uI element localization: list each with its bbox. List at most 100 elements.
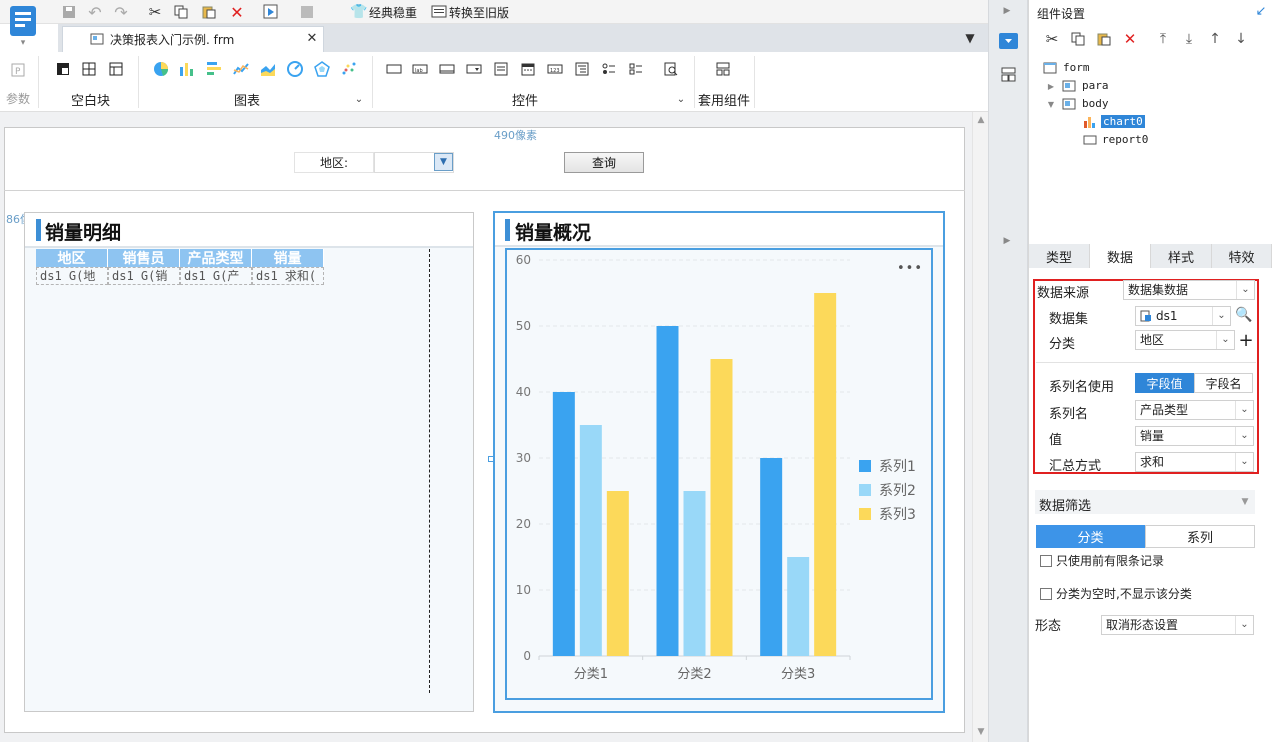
hide-empty-category-checkbox[interactable] bbox=[1040, 588, 1052, 600]
number-control-icon[interactable]: 123 bbox=[546, 60, 564, 78]
tab-data[interactable]: 数据 bbox=[1090, 244, 1151, 268]
detail-cell-region[interactable]: ds1 G(地 bbox=[36, 267, 108, 285]
classic-theme-label[interactable]: 经典稳重 bbox=[369, 4, 417, 21]
switch-version-icon[interactable] bbox=[430, 3, 448, 21]
chevron-down-icon[interactable]: ⌄ bbox=[1212, 307, 1230, 325]
search-control-icon[interactable] bbox=[662, 60, 680, 78]
paste-icon[interactable] bbox=[200, 3, 218, 21]
query-button[interactable]: 查询 bbox=[564, 152, 644, 173]
tree-expand-icon[interactable]: ▶ bbox=[1046, 80, 1056, 92]
filter-tab-series[interactable]: 系列 bbox=[1145, 525, 1255, 548]
tab-menu-icon[interactable]: ▼ bbox=[962, 30, 978, 46]
radio-group-icon[interactable] bbox=[600, 60, 618, 78]
report-widget[interactable] bbox=[24, 212, 474, 712]
button-control-icon[interactable] bbox=[438, 60, 456, 78]
panel-delete-icon[interactable]: ✕ bbox=[1121, 30, 1139, 48]
only-first-records-checkbox[interactable] bbox=[1040, 555, 1052, 567]
parameter-pane[interactable] bbox=[4, 127, 965, 191]
switch-old-version-label[interactable]: 转换至旧版 bbox=[449, 4, 509, 21]
tab-effect[interactable]: 特效 bbox=[1212, 244, 1272, 268]
copy-icon[interactable] bbox=[172, 3, 190, 21]
area-chart-icon[interactable] bbox=[259, 60, 277, 78]
pie-chart-icon[interactable] bbox=[152, 60, 170, 78]
tree-collapse-icon[interactable]: ▼ bbox=[1046, 98, 1056, 110]
scroll-down-icon[interactable]: ▼ bbox=[974, 726, 988, 738]
label-control-icon[interactable] bbox=[385, 60, 403, 78]
component-settings-icon[interactable] bbox=[999, 33, 1018, 49]
panel-pin-icon[interactable]: ↙ bbox=[1254, 4, 1268, 19]
move-top-icon[interactable]: ⤒ bbox=[1154, 30, 1172, 48]
shape-select[interactable]: 取消形态设置 ⌄ bbox=[1101, 615, 1254, 635]
chart-group-expand-icon[interactable]: ⌄ bbox=[352, 92, 366, 106]
detail-header-sales[interactable]: 销量 bbox=[252, 249, 324, 267]
scatter-chart-icon[interactable] bbox=[340, 60, 358, 78]
tree-node-form[interactable]: form bbox=[1063, 61, 1090, 74]
move-up-icon[interactable]: ↑ bbox=[1206, 30, 1224, 48]
bar-chart-icon[interactable] bbox=[205, 60, 223, 78]
detail-cell-sales[interactable]: ds1 求和( bbox=[252, 267, 324, 285]
date-control-icon[interactable] bbox=[519, 60, 537, 78]
tree-node-body[interactable]: body bbox=[1082, 97, 1109, 110]
series-name-select[interactable]: 产品类型 ⌄ bbox=[1135, 400, 1254, 420]
move-bottom-icon[interactable]: ⤓ bbox=[1180, 30, 1198, 48]
chevron-down-icon[interactable]: ⌄ bbox=[1235, 453, 1253, 471]
list-control-icon[interactable] bbox=[492, 60, 510, 78]
panel-copy-icon[interactable] bbox=[1069, 30, 1087, 48]
data-source-select[interactable]: 数据集数据 ⌄ bbox=[1123, 280, 1255, 300]
tab-close-icon[interactable]: ✕ bbox=[304, 30, 320, 46]
layout-panel-icon[interactable] bbox=[999, 65, 1018, 84]
scroll-up-icon[interactable]: ▲ bbox=[974, 114, 988, 126]
detail-header-product-type[interactable]: 产品类型 bbox=[180, 249, 252, 267]
chevron-down-icon[interactable]: ⌄ bbox=[1235, 427, 1253, 445]
column-chart-icon[interactable] bbox=[178, 60, 196, 78]
panel-cut-icon[interactable]: ✂ bbox=[1043, 30, 1061, 48]
filter-tab-category[interactable]: 分类 bbox=[1036, 525, 1145, 548]
tree-node-report0[interactable]: report0 bbox=[1102, 133, 1148, 146]
detail-cell-salesperson[interactable]: ds1 G(销 bbox=[108, 267, 180, 285]
tree-node-para[interactable]: para bbox=[1082, 79, 1109, 92]
filter-collapse-icon[interactable]: ▼ bbox=[1238, 495, 1252, 509]
chevron-down-icon[interactable]: ⌄ bbox=[1235, 401, 1253, 419]
tab-type[interactable]: 类型 bbox=[1029, 244, 1090, 268]
chevron-down-icon[interactable]: ⌄ bbox=[1216, 331, 1234, 349]
text-control-icon[interactable]: lab bbox=[411, 60, 429, 78]
field-value-toggle[interactable]: 字段值 bbox=[1135, 373, 1194, 393]
cut-icon[interactable]: ✂ bbox=[146, 3, 164, 21]
detail-header-region[interactable]: 地区 bbox=[36, 249, 108, 267]
app-logo-icon[interactable] bbox=[10, 6, 36, 36]
delete-icon[interactable]: ✕ bbox=[228, 3, 246, 22]
gauge-chart-icon[interactable] bbox=[286, 60, 304, 78]
canvas-scrollbar[interactable]: ▲ ▼ bbox=[972, 112, 988, 742]
aggregation-select[interactable]: 求和 ⌄ bbox=[1135, 452, 1254, 472]
dataset-search-icon[interactable]: 🔍 bbox=[1234, 305, 1254, 325]
value-select[interactable]: 销量 ⌄ bbox=[1135, 426, 1254, 446]
tree-control-icon[interactable] bbox=[573, 60, 591, 78]
line-chart-icon[interactable] bbox=[232, 60, 250, 78]
theme-icon[interactable]: 👕 bbox=[350, 3, 368, 21]
expand-arrow-icon[interactable]: ▶ bbox=[1000, 234, 1014, 248]
undo-icon[interactable]: ↶ bbox=[86, 3, 104, 22]
detail-cell-product-type[interactable]: ds1 G(产 bbox=[180, 267, 252, 285]
blank-block-tab-icon[interactable] bbox=[107, 60, 125, 78]
chevron-down-icon[interactable]: ⌄ bbox=[1236, 281, 1254, 299]
field-name-toggle[interactable]: 字段名 bbox=[1194, 373, 1253, 393]
tab-style[interactable]: 样式 bbox=[1151, 244, 1212, 268]
checkbox-group-icon[interactable] bbox=[627, 60, 645, 78]
logo-dropdown-icon[interactable]: ▾ bbox=[14, 38, 32, 48]
control-group-expand-icon[interactable]: ⌄ bbox=[674, 92, 688, 106]
blank-block-absolute-icon[interactable] bbox=[54, 60, 72, 78]
template-icon[interactable] bbox=[298, 3, 316, 21]
collapse-arrow-icon[interactable]: ▶ bbox=[1000, 4, 1014, 18]
tree-node-chart0[interactable]: chart0 bbox=[1101, 115, 1145, 128]
panel-paste-icon[interactable] bbox=[1095, 30, 1113, 48]
preview-icon[interactable] bbox=[262, 3, 280, 21]
category-select[interactable]: 地区 ⌄ bbox=[1135, 330, 1235, 350]
save-icon[interactable] bbox=[60, 3, 78, 21]
dropdown-control-icon[interactable] bbox=[465, 60, 483, 78]
blank-block-split-icon[interactable] bbox=[80, 60, 98, 78]
redo-icon[interactable]: ↷ bbox=[112, 3, 130, 22]
suite-component-icon[interactable] bbox=[714, 60, 732, 78]
resize-handle[interactable] bbox=[488, 456, 494, 462]
move-down-icon[interactable]: ↓ bbox=[1232, 30, 1250, 48]
param-icon[interactable]: P bbox=[10, 62, 26, 78]
